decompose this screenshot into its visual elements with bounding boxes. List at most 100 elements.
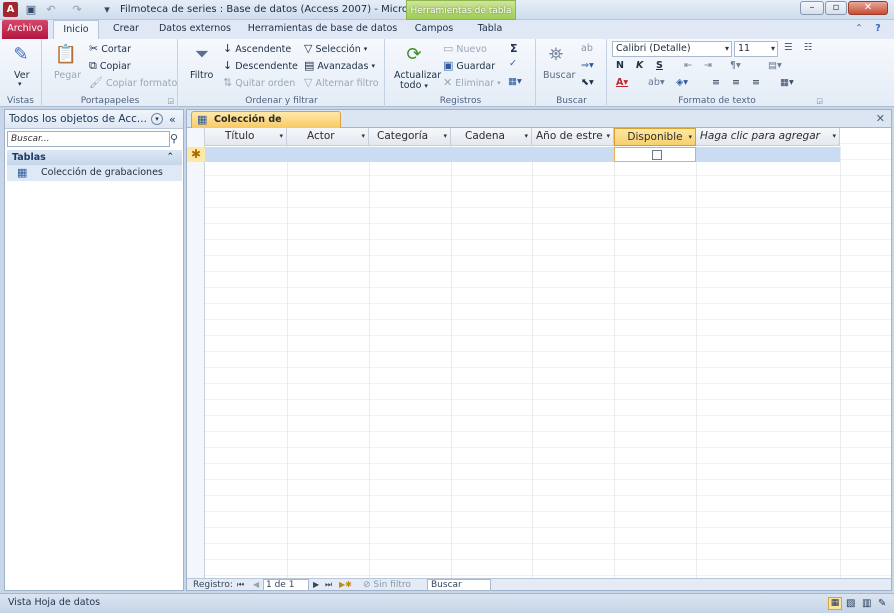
column-header-categoria[interactable]: Categoría ▾	[369, 128, 451, 146]
new-record-row[interactable]	[205, 147, 840, 162]
column-header-cadena[interactable]: Cadena ▾	[451, 128, 532, 146]
design-view-icon[interactable]: ✎	[878, 595, 886, 613]
tab-crear[interactable]: Crear	[106, 20, 146, 39]
goto-icon[interactable]: ⇒▾	[581, 60, 594, 71]
pivot-table-view-icon[interactable]: ▧	[846, 595, 855, 613]
pivot-chart-view-icon[interactable]: ▥	[862, 595, 871, 613]
nav-group-tablas[interactable]: Tablas ⌃	[7, 150, 182, 165]
ascendente-button[interactable]: ↓ Ascendente	[223, 43, 291, 55]
collapse-pane-icon[interactable]: «	[169, 110, 176, 129]
cell-disponible[interactable]	[614, 147, 696, 162]
record-search-input[interactable]: Buscar	[427, 579, 491, 591]
new-record-nav-icon[interactable]: ▶✱	[339, 579, 352, 591]
column-header-titulo[interactable]: Título ▾	[205, 128, 287, 146]
filtro-button[interactable]: Filtro	[190, 70, 213, 81]
help-icon[interactable]: ?	[870, 20, 886, 39]
nav-item-coleccion[interactable]: ▦ Colección de grabaciones	[7, 165, 182, 181]
access-app-icon[interactable]: A	[3, 2, 18, 17]
avanzadas-button[interactable]: ▤ Avanzadas ▾	[304, 60, 375, 72]
column-header-disponible[interactable]: Disponible ▾	[614, 128, 696, 146]
first-record-icon[interactable]: ⏮	[237, 579, 244, 591]
seleccion-button[interactable]: ▽ Selección ▾	[304, 43, 367, 55]
portapapeles-launcher-icon[interactable]: ◲	[167, 97, 174, 105]
nuevo-button[interactable]: ▭ Nuevo	[443, 43, 487, 55]
italic-icon[interactable]: K	[636, 60, 643, 71]
chevron-down-icon[interactable]: ▾	[361, 128, 365, 145]
align-center-icon[interactable]: ≡	[732, 77, 740, 88]
totals-icon[interactable]: Σ	[510, 42, 518, 55]
maximize-button[interactable]: ▫	[825, 1, 847, 15]
gridlines-icon[interactable]: ▦▾	[780, 77, 794, 88]
fill-color-icon[interactable]: ◈▾	[676, 77, 688, 88]
pegar-button[interactable]: Pegar	[54, 70, 81, 81]
select-icon[interactable]: ⬉▾	[581, 77, 594, 88]
chevron-down-icon[interactable]: ▾	[443, 128, 447, 145]
chevron-down-icon[interactable]: ▾	[606, 128, 610, 145]
minimize-button[interactable]: –	[800, 1, 824, 15]
tab-campos[interactable]: Campos	[410, 20, 458, 39]
nav-search-input[interactable]: Buscar...	[7, 131, 170, 147]
chevron-down-icon[interactable]: ▾	[279, 128, 283, 145]
tab-herramientas-bd[interactable]: Herramientas de base de datos	[245, 20, 400, 39]
datasheet-grid: Título ▾ Actor ▾ Categoría ▾ Cadena ▾ Año de…	[187, 128, 891, 578]
copiar-formato-button[interactable]: 🖌 Copiar formato	[89, 77, 177, 89]
eliminar-button[interactable]: ✕ Eliminar ▾	[443, 77, 501, 89]
replace-icon[interactable]: ab	[581, 43, 593, 54]
customize-quick-access-icon[interactable]: ▾	[100, 3, 114, 17]
alternar-filtro-button[interactable]: ▽ Alternar filtro	[304, 77, 379, 89]
actualizar-todo-label[interactable]: todo ▾	[400, 80, 428, 91]
cortar-button[interactable]: ✂ Cortar	[89, 43, 131, 55]
column-header-actor[interactable]: Actor ▾	[287, 128, 369, 146]
bullets-icon[interactable]: ☰	[784, 42, 793, 53]
column-header-add-field[interactable]: Haga clic para agregar ▾	[696, 128, 840, 146]
last-record-icon[interactable]: ⏭	[325, 579, 332, 591]
nav-menu-chevron-icon[interactable]: ▾	[151, 113, 163, 125]
descendente-button[interactable]: ↓ Descendente	[223, 60, 298, 72]
ver-dropdown-icon[interactable]: ▾	[18, 80, 22, 88]
close-document-icon[interactable]: ✕	[876, 112, 885, 125]
align-right-icon[interactable]: ≡	[752, 77, 760, 88]
search-icon[interactable]: ⚲	[170, 131, 182, 147]
minimize-ribbon-icon[interactable]: ⌃	[852, 20, 866, 39]
checkbox-disponible[interactable]	[652, 150, 662, 160]
buscar-button[interactable]: Buscar	[543, 70, 575, 81]
font-size-select[interactable]: 11 ▾	[734, 41, 778, 57]
formato-launcher-icon[interactable]: ◲	[816, 97, 823, 105]
tab-archivo[interactable]: Archivo	[2, 20, 48, 39]
paragraph-direction-icon[interactable]: ¶▾	[730, 60, 741, 71]
chevron-down-icon[interactable]: ▾	[688, 129, 692, 145]
more-records-icon[interactable]: ▦▾	[508, 76, 522, 87]
record-position-input[interactable]: 1 de 1	[263, 579, 309, 591]
underline-icon[interactable]: S	[656, 60, 663, 71]
document-tab-coleccion[interactable]: ▦ Colección de grabaciones	[191, 111, 341, 141]
datasheet-view-icon[interactable]: ▦	[828, 597, 842, 610]
decrease-indent-icon[interactable]: ⇤	[684, 60, 692, 71]
tab-tabla[interactable]: Tabla	[468, 20, 512, 39]
guardar-button[interactable]: ▣ Guardar	[443, 60, 495, 72]
quitar-orden-button[interactable]: ⇅ Quitar orden	[223, 77, 295, 89]
collapse-group-icon[interactable]: ⌃	[166, 150, 174, 165]
chevron-down-icon[interactable]: ▾	[524, 128, 528, 145]
font-name-select[interactable]: Calibri (Detalle) ▾	[612, 41, 732, 57]
no-filter-button[interactable]: ⊘ Sin filtro	[363, 579, 411, 591]
background-color-icon[interactable]: ▤▾	[768, 60, 782, 71]
increase-indent-icon[interactable]: ⇥	[704, 60, 712, 71]
column-header-ano-estreno[interactable]: Año de estre ▾	[532, 128, 614, 146]
previous-record-icon[interactable]: ◀	[253, 579, 259, 591]
highlight-icon[interactable]: ab▾	[648, 77, 665, 88]
save-icon[interactable]: ▣	[24, 3, 38, 17]
numbering-icon[interactable]: ☷	[804, 42, 813, 53]
next-record-icon[interactable]: ▶	[313, 579, 319, 591]
tab-datos-externos[interactable]: Datos externos	[155, 20, 235, 39]
chevron-down-icon[interactable]: ▾	[832, 128, 836, 145]
align-left-icon[interactable]: ≡	[712, 77, 720, 88]
copiar-button[interactable]: ⧉ Copiar	[89, 60, 131, 72]
redo-icon[interactable]: ↷	[70, 3, 84, 17]
close-button[interactable]: ✕	[848, 1, 888, 15]
undo-icon[interactable]: ↶	[44, 3, 58, 17]
spelling-icon[interactable]: ✓	[509, 58, 517, 69]
bold-icon[interactable]: N	[616, 60, 624, 71]
nav-pane-header[interactable]: Todos los objetos de Acc... ▾ «	[5, 110, 183, 129]
tab-inicio[interactable]: Inicio	[53, 20, 99, 39]
font-color-icon[interactable]: A▾	[616, 77, 628, 88]
